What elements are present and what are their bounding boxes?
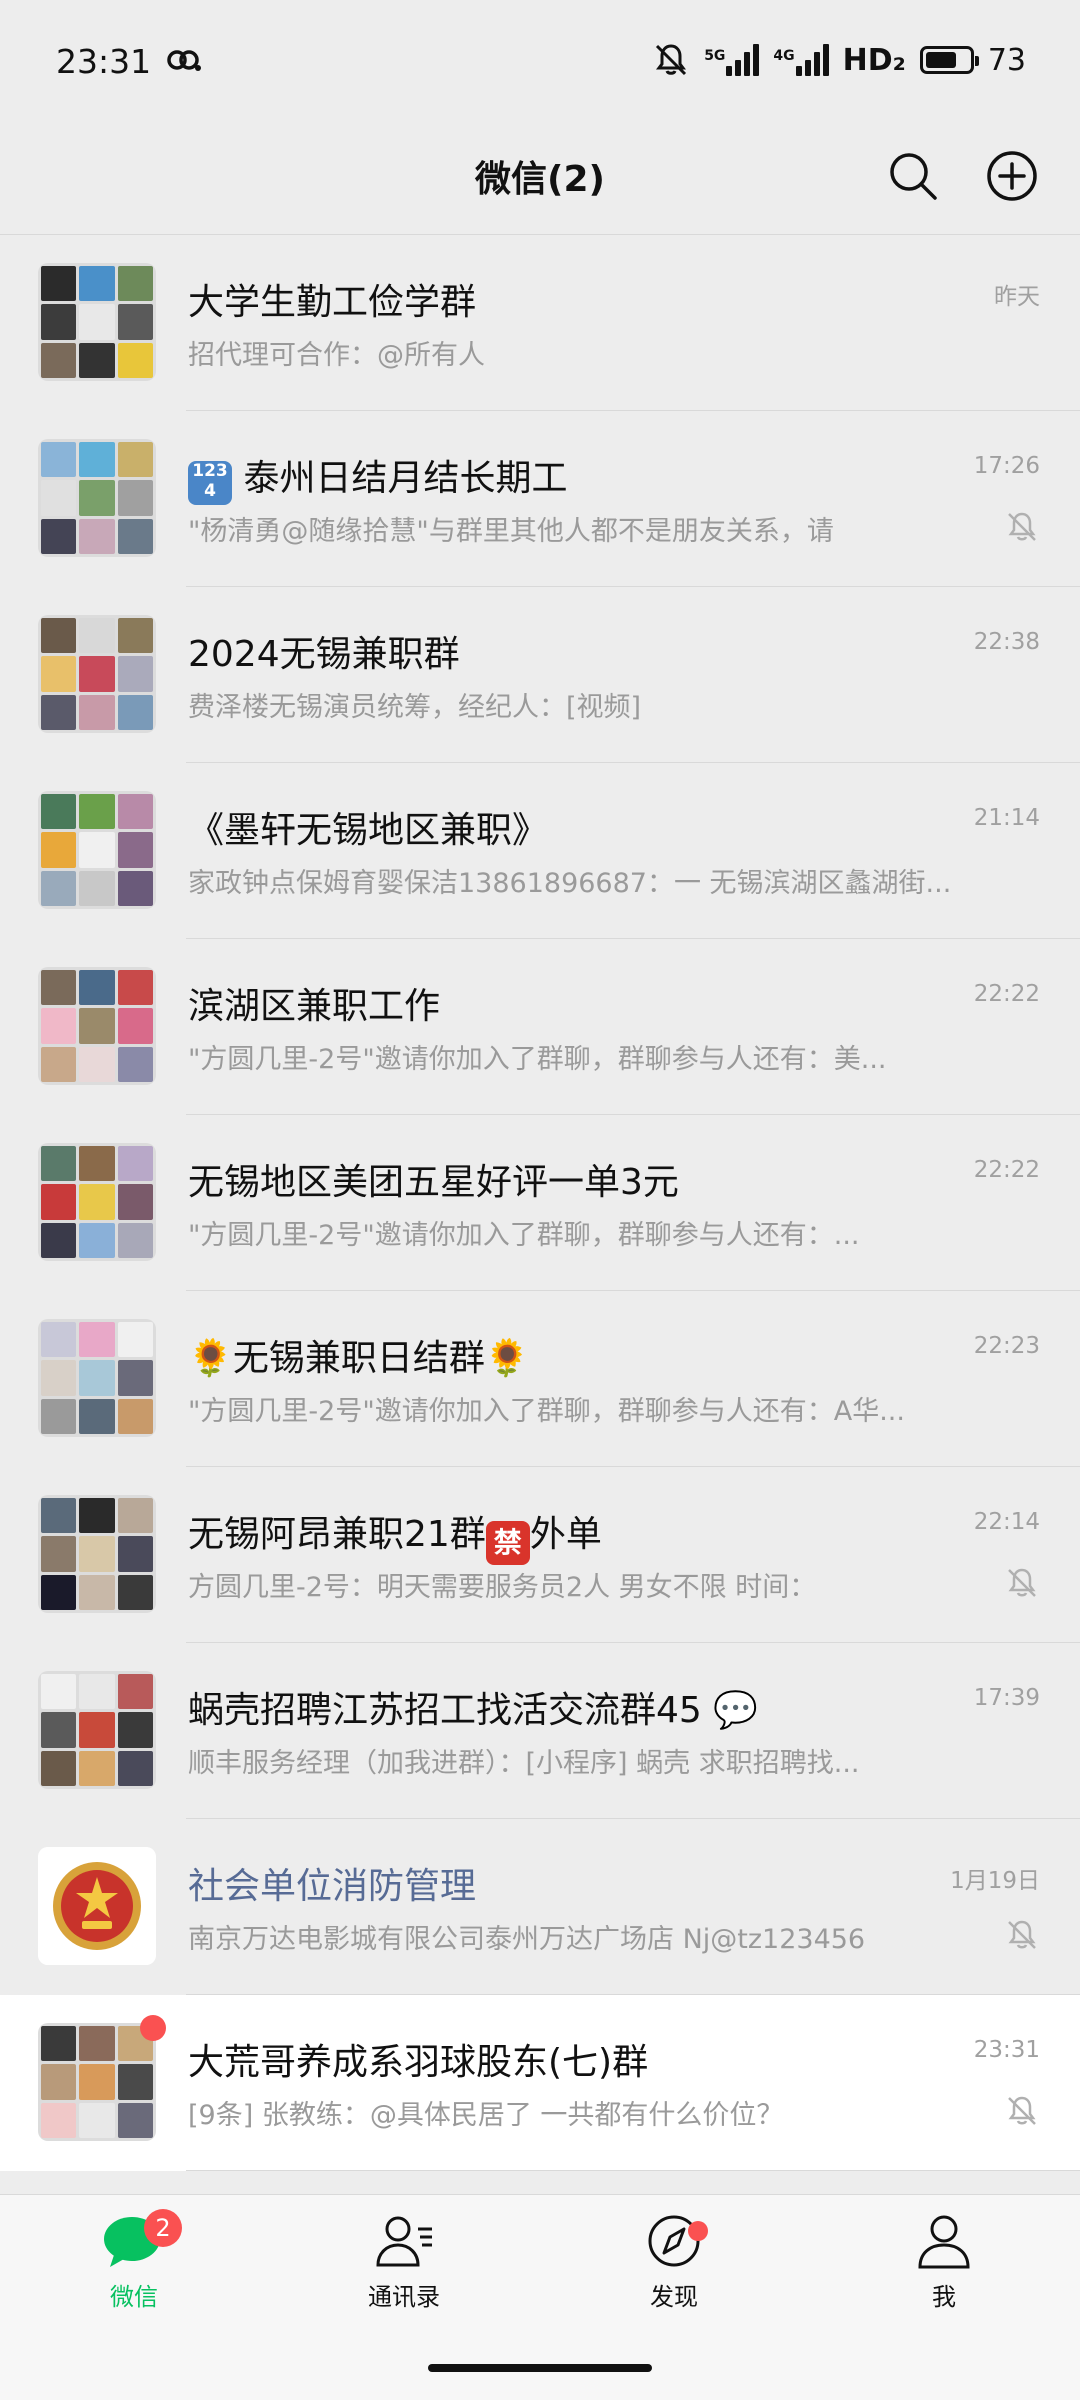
chat-name: 2024无锡兼职群 [188,634,460,675]
group-avatar [38,263,156,381]
chat-preview: "方圆几里-2号"邀请你加入了群聊，群聊参与人还有：... [188,1220,860,1251]
chat-name: 社会单位消防管理 [188,1866,477,1907]
chat-row[interactable]: 大荒哥养成系羽球股东(七)群 [9条] 张教练：@具体民居了 一共都有什么价位？… [0,1995,1080,2171]
discover-dot [688,2221,708,2241]
group-avatar [38,967,156,1085]
chat-preview: 家政钟点保姆育婴保洁13861896687：一 无锡滨湖区蠡湖街... [188,868,952,899]
hd-indicator: HD₂ [842,42,906,78]
bell-off-icon [1008,512,1036,541]
signal-4g-icon: 4G [773,44,829,76]
number-keycap-icon: 1234 [188,461,232,505]
chat-row[interactable]: 蜗壳招聘江苏招工找活交流群45 💬 顺丰服务经理（加我进群）：[小程序] 蜗壳 … [0,1643,1080,1819]
chat-preview: "杨清勇@随缘拾慧"与群里其他人都不是朋友关系，请 [188,516,834,547]
group-avatar [38,1143,156,1261]
person-icon [918,2215,970,2269]
chat-name: 无锡地区美团五星好评一单3元 [188,1162,679,1203]
chat-row[interactable]: 2024无锡兼职群 费泽楼无锡演员统筹，经纪人：[视频] 22:38 [0,587,1080,763]
status-right: 5G 4G HD₂ 73 [652,40,1026,80]
group-avatar [38,791,156,909]
chat-time: 17:26 [973,453,1040,479]
chat-preview: [9条] 张教练：@具体民居了 一共都有什么价位？ [188,2100,784,2131]
chat-preview: 南京万达电影城有限公司泰州万达广场店 Nj@tz123456 [188,1924,866,1955]
bell-off-icon [1008,1568,1036,1597]
signal-5g-icon: 5G [704,44,760,76]
chat-name: 🌻无锡兼职日结群🌻 [188,1338,530,1379]
group-avatar [38,1319,156,1437]
battery-level: 73 [987,42,1026,78]
prohibited-badge-icon: 禁 [485,1521,530,1565]
chat-name: 蜗壳招聘江苏招工找活交流群45 💬 [188,1690,759,1731]
group-avatar [38,2023,156,2141]
sunflower-icon: 🌻 [484,1338,530,1379]
tab-me[interactable]: 我 [864,2213,1024,2312]
tab-chats-label: 微信 [110,2283,158,2311]
muted-bell-icon [656,44,687,76]
unread-badge: 2 [144,2209,182,2247]
chat-time: 22:22 [973,981,1040,1007]
chat-list: 大学生勤工俭学群 招代理可合作：@所有人 昨天 1234 泰州日结月结长期工 "… [0,234,1080,2171]
chat-time: 1月19日 [950,1868,1040,1894]
chat-time: 23:31 [973,2037,1040,2063]
chat-row[interactable]: 🌻无锡兼职日结群🌻 "方圆几里-2号"邀请你加入了群聊，群聊参与人还有：A华..… [0,1291,1080,1467]
chat-preview: 费泽楼无锡演员统筹，经纪人：[视频] [188,692,642,723]
tab-discover-label: 发现 [650,2283,698,2311]
contacts-icon [376,2216,432,2267]
fire-badge-avatar [38,1847,156,1965]
bell-off-icon [1008,2096,1036,2125]
tab-contacts-label: 通讯录 [368,2283,440,2311]
chat-preview: "方圆几里-2号"邀请你加入了群聊，群聊参与人还有：A华... [188,1396,905,1427]
chat-time: 22:23 [973,1333,1040,1359]
tab-contacts[interactable]: 通讯录 [324,2213,484,2312]
header: 微信(2) [0,120,1080,234]
chat-name: 滨湖区兼职工作 [188,986,441,1027]
chat-name: 大学生勤工俭学群 [188,282,477,323]
chat-time: 22:14 [973,1509,1040,1535]
chat-name: 无锡阿昂兼职21群禁外单 [188,1505,602,1565]
chat-name: 1234 泰州日结月结长期工 [188,449,567,505]
chat-row[interactable]: 滨湖区兼职工作 "方圆几里-2号"邀请你加入了群聊，群聊参与人还有：美... 2… [0,939,1080,1115]
search-icon[interactable] [883,146,943,206]
sunflower-icon: 🌻 [188,1338,233,1379]
status-time: 23:31 [56,42,152,81]
status-bar: 23:31 5G 4G HD₂ 73 [0,0,1080,120]
chat-time: 17:39 [973,1685,1040,1711]
chat-time: 昨天 [994,284,1040,310]
chat-time: 22:22 [973,1157,1040,1183]
chat-preview: 招代理可合作：@所有人 [188,340,485,371]
tab-me-label: 我 [932,2283,956,2311]
chat-preview: 顺丰服务经理（加我进群）：[小程序] 蜗壳 求职招聘找... [188,1748,860,1779]
chat-name: 大荒哥养成系羽球股东(七)群 [188,2042,649,2083]
chat-preview: "方圆几里-2号"邀请你加入了群聊，群聊参与人还有：美... [188,1044,887,1075]
group-avatar [38,1495,156,1613]
chat-row[interactable]: 《墨轩无锡地区兼职》 家政钟点保姆育婴保洁13861896687：一 无锡滨湖区… [0,763,1080,939]
tab-chats[interactable]: 2 微信 [54,2209,214,2312]
chat-row[interactable]: 大学生勤工俭学群 招代理可合作：@所有人 昨天 [0,235,1080,411]
unread-dot [140,2015,166,2041]
chat-bubble-icon: 💬 [713,1690,759,1731]
battery-icon [919,46,979,74]
chat-name: 《墨轩无锡地区兼职》 [188,810,549,851]
plus-circle-icon[interactable] [982,146,1042,206]
chat-row[interactable]: 无锡阿昂兼职21群禁外单 方圆几里-2号：明天需要服务员2人 男女不限 时间： … [0,1467,1080,1643]
chat-preview: 方圆几里-2号：明天需要服务员2人 男女不限 时间： [188,1572,817,1603]
link-status-icon [167,50,201,71]
group-avatar [38,439,156,557]
group-avatar [38,615,156,733]
chat-row[interactable]: 1234 泰州日结月结长期工 "杨清勇@随缘拾慧"与群里其他人都不是朋友关系，请… [0,411,1080,587]
home-indicator[interactable] [428,2364,652,2372]
tab-discover[interactable]: 发现 [594,2213,754,2312]
chat-time: 21:14 [973,805,1040,831]
fire-emblem-icon [38,1847,156,1965]
chat-time: 22:38 [973,629,1040,655]
chat-row[interactable]: 社会单位消防管理 南京万达电影城有限公司泰州万达广场店 Nj@tz123456 … [0,1819,1080,1995]
bell-off-icon [1008,1920,1036,1949]
chat-row[interactable]: 无锡地区美团五星好评一单3元 "方圆几里-2号"邀请你加入了群聊，群聊参与人还有… [0,1115,1080,1291]
group-avatar [38,1671,156,1789]
